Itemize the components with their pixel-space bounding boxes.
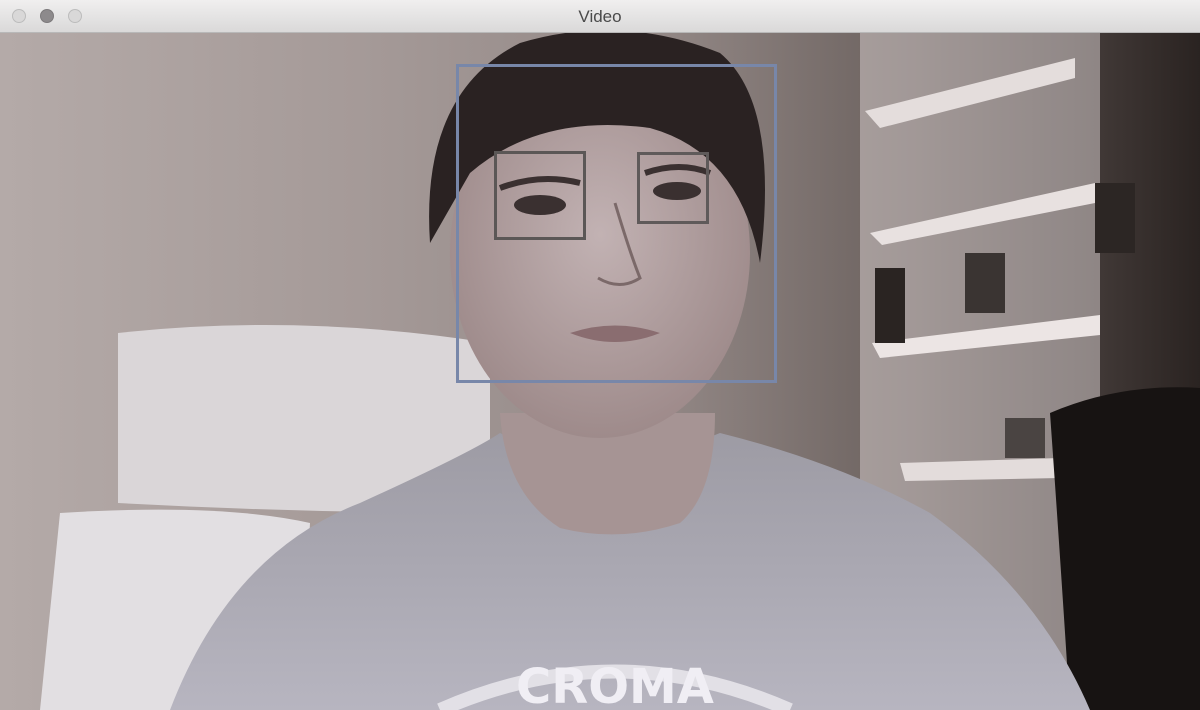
video-window: Video CROMA <box>0 0 1200 710</box>
shirt-text: CROMA <box>516 659 714 710</box>
window-title: Video <box>578 7 622 26</box>
dark-chair <box>1050 387 1200 710</box>
left-eye-detection-box <box>494 151 586 240</box>
title-bar[interactable]: Video <box>0 0 1200 33</box>
right-eye-detection-box <box>637 152 709 224</box>
video-frame: CROMA <box>0 33 1200 710</box>
